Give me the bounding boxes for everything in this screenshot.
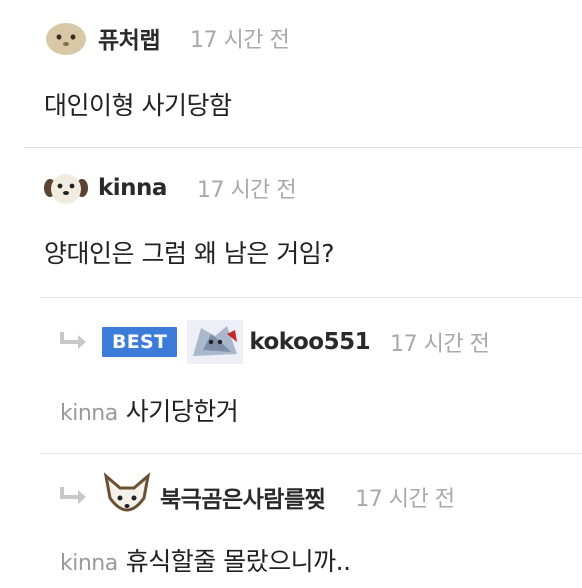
best-badge: BEST <box>102 327 178 357</box>
comment-text: 휴식할줄 몰랐으니까.. <box>125 547 351 576</box>
username[interactable]: 북극곰은사람를찢 <box>160 480 326 514</box>
username[interactable]: kokoo551 <box>249 329 370 355</box>
comment-1: 퓨처랩 17 시간 전 대인이형 사기당함 <box>0 0 582 148</box>
timestamp: 17 시간 전 <box>196 178 297 203</box>
comment-text: 대인이형 사기당함 <box>44 91 232 120</box>
username[interactable]: kinna <box>98 175 167 201</box>
comment-text: 사기당한거 <box>125 397 239 426</box>
avatar-blob-icon[interactable] <box>44 18 88 58</box>
comment-text-row: kinna 사기당한거 <box>60 392 239 428</box>
timestamp: 17 시간 전 <box>355 487 455 512</box>
mention[interactable]: kinna <box>60 551 118 576</box>
timestamp: 17 시간 전 <box>390 332 490 357</box>
reply-arrow-icon <box>58 485 88 509</box>
username[interactable]: 퓨처랩 <box>98 21 160 55</box>
reply-1: BEST kokoo551 17 시간 전 kinna 사기당한거 <box>0 298 582 454</box>
avatar-cat-icon[interactable] <box>102 472 152 522</box>
comment-text: 양대인은 그럼 왜 남은 거임? <box>44 239 335 268</box>
comment-2: kinna 17 시간 전 양대인은 그럼 왜 남은 거임? <box>0 148 582 298</box>
avatar-dog-icon[interactable] <box>44 168 88 208</box>
timestamp: 17 시간 전 <box>189 28 290 53</box>
reply-arrow-icon <box>58 330 88 354</box>
mention[interactable]: kinna <box>60 401 118 426</box>
reply-2: 북극곰은사람를찢 17 시간 전 kinna 휴식할줄 몰랐으니까.. <box>0 454 582 588</box>
avatar-creature-icon[interactable] <box>187 320 244 364</box>
comment-text-row: kinna 휴식할줄 몰랐으니까.. <box>60 542 351 578</box>
